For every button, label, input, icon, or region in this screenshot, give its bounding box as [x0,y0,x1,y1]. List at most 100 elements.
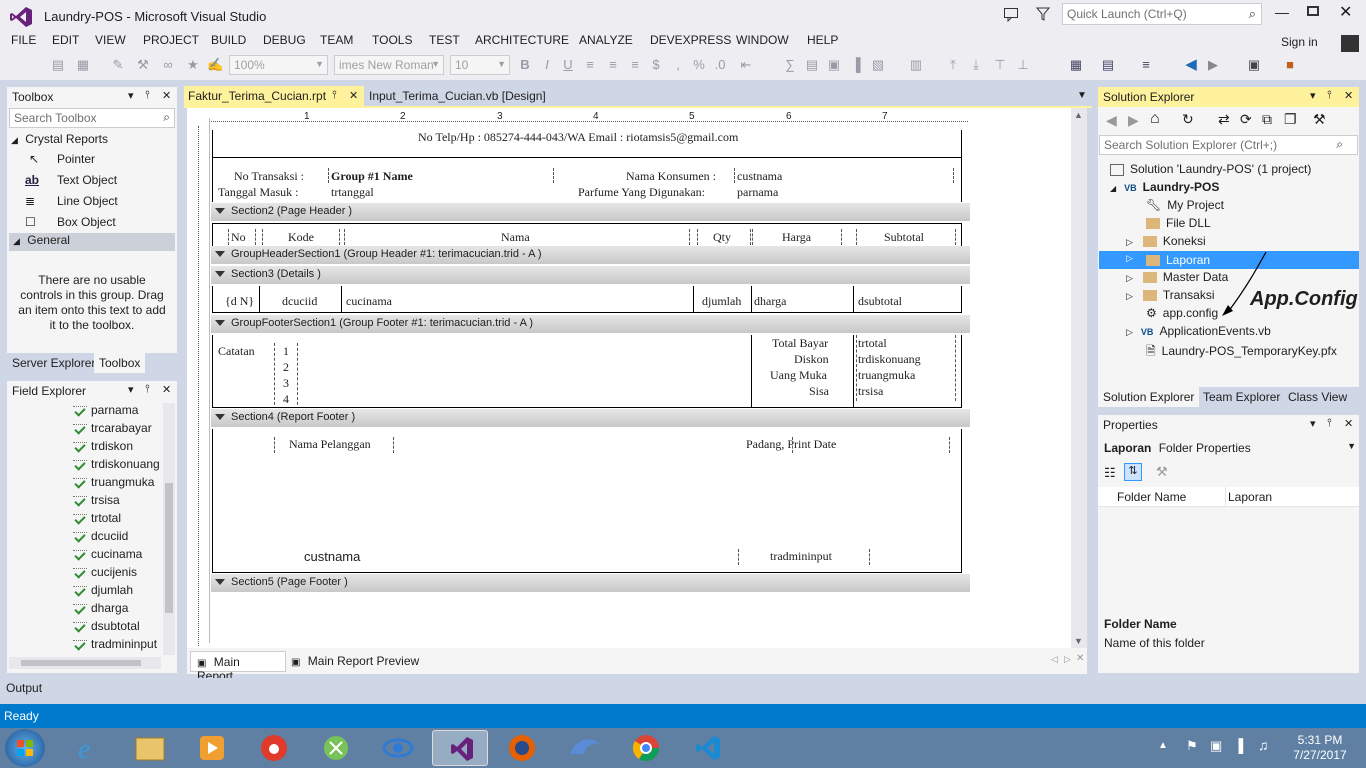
page-footer-section[interactable] [211,592,970,632]
pin-icon[interactable]: ⫯ [145,383,150,396]
package-icon[interactable]: ■ [1282,57,1298,73]
media-player-icon[interactable] [184,730,240,766]
group-header-section-bar[interactable]: GroupHeaderSection1 (Group Header #1: te… [211,246,970,264]
align-center-icon[interactable]: ≡ [605,57,621,73]
property-pages-icon[interactable]: ⚒ [1156,464,1168,480]
menu-window[interactable]: WINDOW [736,33,789,47]
action-center-icon[interactable]: ⚑ [1186,738,1198,754]
back-arrow-icon[interactable]: ◀ [1183,57,1199,73]
group-icon[interactable]: ▣ [826,57,842,73]
chart-icon[interactable]: ▐ [848,57,864,73]
tab-main-report-preview[interactable]: ▣ Main Report Preview [291,651,419,671]
dropdown-icon[interactable]: ▾ [128,89,134,102]
highlight-icon[interactable]: ★ [185,57,201,73]
detail-harga-field[interactable]: dharga [754,294,786,309]
quick-launch-input[interactable]: Quick Launch (Ctrl+Q) ⌕ [1062,3,1262,25]
tab-list-icon[interactable]: ▼ [1077,90,1087,101]
close-icon[interactable]: ✕ [162,383,171,396]
solution-node[interactable]: Solution 'Laundry-POS' (1 project) [1110,162,1311,176]
menu-architecture[interactable]: ARCHITECTURE [475,33,569,47]
solution-explorer-search[interactable]: Search Solution Explorer (Ctrl+;) ⌕ [1099,135,1358,155]
pin-icon[interactable]: ⫯ [1327,417,1332,430]
field-cucijenis[interactable]: cucijenis [73,565,137,579]
toolbox-item-box-object[interactable]: ☐ Box Object [25,215,116,229]
tanggal-masuk-label[interactable]: Tanggal Masuk : [218,185,298,200]
visual-studio-taskbar-icon[interactable] [432,730,488,766]
align-left-icon[interactable]: ≡ [582,57,598,73]
dropdown-icon[interactable]: ▾ [1310,417,1316,430]
toolbox-item-line-object[interactable]: ≣ Line Object [25,194,118,208]
detail-nama-field[interactable]: cucinama [346,294,392,309]
picture-icon[interactable]: ▧ [870,57,886,73]
footer-custnama-field[interactable]: custnama [304,549,360,564]
sign-in-link[interactable]: Sign in [1281,35,1318,49]
home-icon[interactable]: ⌂ [1150,110,1160,128]
parnama-field[interactable]: parnama [737,185,778,200]
toolbox-item-pointer[interactable]: ↖ Pointer [29,152,95,166]
group-footer-section[interactable] [212,335,962,408]
node-koneksi[interactable]: ▷ Koneksi [1126,234,1206,248]
close-icon[interactable]: ✕ [1344,417,1353,430]
group-crystal-reports[interactable]: ◢ Crystal Reports [11,132,108,146]
sum-icon[interactable]: ∑ [782,57,798,73]
toolbox-search[interactable]: Search Toolbox ⌕ [9,108,175,128]
field-cucinama[interactable]: cucinama [73,547,142,561]
scrollbar-thumb[interactable] [165,483,173,613]
font-size-select[interactable]: 10 ▼ [450,55,510,75]
tab-faktur-terima-cucian[interactable]: Faktur_Terima_Cucian.rpt ⫯ ✕ [184,86,364,106]
hyperlink-icon[interactable]: ∞ [160,57,176,73]
show-all-icon[interactable]: ❐ [1284,111,1297,128]
menu-view[interactable]: VIEW [95,33,126,47]
field-trdiskonuang[interactable]: trdiskonuang [73,457,160,471]
dropdown-icon[interactable]: ▾ [128,383,134,396]
underline-icon[interactable]: U [560,57,576,73]
network-signal-icon[interactable]: ▐ [1234,738,1243,753]
properties-object-select[interactable]: Laporan Folder Properties ▼ [1104,441,1356,455]
node-application-events[interactable]: ▷ VB ApplicationEvents.vb [1126,324,1271,338]
section2-page-header-bar[interactable]: Section2 (Page Header ) [211,203,970,221]
sisa-label[interactable]: Sisa [809,384,829,399]
detail-subtotal-field[interactable]: dsubtotal [858,294,902,309]
align-bottom-icon[interactable]: ⊥ [1015,57,1031,73]
diskon-label[interactable]: Diskon [794,352,829,367]
sync-icon[interactable]: ⇄ [1218,111,1230,128]
property-value[interactable]: Laporan [1228,490,1272,504]
vertical-scrollbar[interactable] [163,403,175,655]
chrome-icon[interactable] [618,730,674,766]
scrollbar-thumb[interactable] [21,660,141,666]
tab-input-terima-cucian[interactable]: Input_Terima_Cucian.vb [Design] [364,86,564,106]
camera-app-icon[interactable] [246,730,302,766]
paint-icon[interactable]: ✍ [207,57,223,73]
property-row-folder-name[interactable]: Folder Name Laporan [1098,487,1359,507]
section5-page-footer-bar[interactable]: Section5 (Page Footer ) [211,574,970,592]
properties-icon[interactable]: ⚒ [1313,111,1326,128]
insert-icon[interactable]: ▥ [908,57,924,73]
field-parnama[interactable]: parnama [73,403,138,417]
alphabetical-icon[interactable]: ⇅ [1124,463,1142,481]
edit-icon[interactable]: ✎ [110,57,126,73]
close-icon[interactable]: ✕ [162,89,171,102]
maximize-button[interactable] [1307,6,1319,16]
layout-icon[interactable]: ▦ [1068,57,1084,73]
parfume-label[interactable]: Parfume Yang Digunakan: [578,185,705,200]
detail-qty-field[interactable]: djumlah [702,294,741,309]
node-file-dll[interactable]: File DLL [1146,216,1211,230]
field-icon[interactable]: ▤ [804,57,820,73]
firefox-icon[interactable] [494,730,550,766]
categorized-icon[interactable]: ☷ [1104,465,1116,481]
select-tool-icon[interactable]: ▤ [50,57,66,73]
close-icon[interactable]: ✕ [1076,653,1084,664]
field-trdiskon[interactable]: trdiskon [73,439,133,453]
node-app-config[interactable]: ⚙ app.config [1146,306,1218,320]
pin-icon[interactable]: ⫯ [332,89,337,102]
tab-team-explorer[interactable]: Team Explorer [1198,387,1285,407]
send-back-icon[interactable]: ⤓ [968,57,984,73]
detail-no-field[interactable]: {d N} [225,294,254,309]
font-select[interactable]: imes New Roman ▼ [334,55,444,75]
field-trtotal[interactable]: trtotal [73,511,121,525]
field-dsubtotal[interactable]: dsubtotal [73,619,140,633]
section4-report-footer-bar[interactable]: Section4 (Report Footer ) [211,409,970,427]
collapse-all-icon[interactable]: ⧉ [1262,111,1272,128]
history-icon[interactable]: ↻ [1182,111,1194,128]
toolbox-empty-message[interactable]: There are no usable controls in this gro… [17,273,167,333]
